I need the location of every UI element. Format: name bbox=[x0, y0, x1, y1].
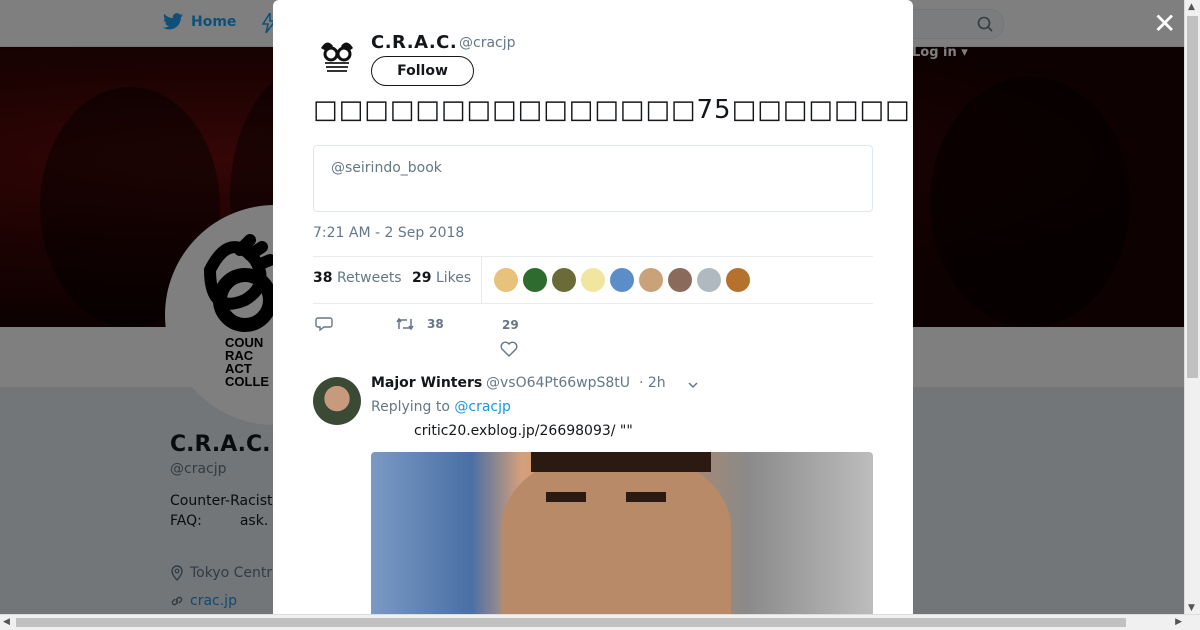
likes-label: Likes bbox=[435, 270, 472, 286]
scroll-left-arrow-icon[interactable]: ◀ bbox=[3, 617, 10, 627]
likes-stat[interactable]: 29 Likes bbox=[412, 270, 471, 286]
retweets-count: 38 bbox=[313, 270, 333, 286]
retweet-icon bbox=[396, 317, 414, 331]
retweet-action[interactable]: 38 bbox=[395, 316, 444, 332]
liker-avatar[interactable] bbox=[523, 268, 547, 292]
tweet-actions: 38 29 bbox=[313, 312, 873, 362]
retweet-action-count: 38 bbox=[427, 317, 444, 331]
tweet-stats: 38 Retweets 29 Likes bbox=[313, 256, 873, 304]
liker-avatar[interactable] bbox=[610, 268, 634, 292]
tweet-permalink-modal: C.R.A.C. @cracjp Follow □□□□□□□□□□□□□□□7… bbox=[273, 0, 913, 615]
reply-author-handle[interactable]: @vsO64Pt66wpS8tU bbox=[486, 375, 630, 391]
replying-to-link[interactable]: @cracjp bbox=[454, 399, 511, 415]
reply-photo[interactable] bbox=[371, 452, 873, 615]
liker-avatar[interactable] bbox=[581, 268, 605, 292]
scroll-down-arrow-icon[interactable]: ▼ bbox=[1188, 603, 1195, 613]
crac-small-logo-icon bbox=[321, 42, 353, 72]
reply-icon bbox=[315, 317, 333, 332]
retweets-stat[interactable]: 38 Retweets bbox=[313, 270, 402, 286]
card-mention[interactable]: @seirindo_book bbox=[331, 160, 442, 176]
quoted-card[interactable]: @seirindo_book bbox=[313, 145, 873, 212]
tweet-text: □□□□□□□□□□□□□□□75□□□□□□□□□□□□□□□□□□□□□□□… bbox=[313, 95, 913, 125]
reply-time[interactable]: · 2h bbox=[639, 375, 666, 391]
tweet-timestamp: 7:21 AM - 2 Sep 2018 bbox=[313, 225, 465, 241]
reply-action[interactable] bbox=[315, 316, 333, 332]
scroll-up-arrow-icon[interactable]: ▲ bbox=[1188, 2, 1195, 12]
scroll-right-arrow-icon[interactable]: ▶ bbox=[1175, 617, 1182, 627]
replying-to: Replying to @cracjp bbox=[371, 399, 511, 415]
liker-avatar[interactable] bbox=[552, 268, 576, 292]
vertical-scrollbar[interactable]: ▲ ▼ bbox=[1184, 0, 1200, 615]
reply-author-name[interactable]: Major Winters bbox=[371, 375, 482, 391]
reply-avatar[interactable] bbox=[313, 377, 361, 425]
reply-text[interactable]: critic20.exblog.jp/26698093/ "" bbox=[414, 423, 633, 439]
horizontal-scrollbar-thumb[interactable] bbox=[16, 618, 1126, 627]
likes-count: 29 bbox=[412, 270, 432, 286]
liker-avatar[interactable] bbox=[668, 268, 692, 292]
horizontal-scrollbar[interactable]: ◀ ▶ bbox=[0, 614, 1200, 630]
liker-avatar[interactable] bbox=[639, 268, 663, 292]
follow-button[interactable]: Follow bbox=[371, 56, 474, 86]
replying-prefix: Replying to bbox=[371, 399, 450, 415]
retweets-label: Retweets bbox=[336, 270, 402, 286]
author-avatar[interactable] bbox=[313, 32, 361, 80]
chevron-down-icon[interactable] bbox=[687, 379, 699, 391]
liker-avatar[interactable] bbox=[494, 268, 518, 292]
author-handle[interactable]: @cracjp bbox=[459, 35, 516, 51]
author-name[interactable]: C.R.A.C. bbox=[371, 32, 457, 53]
liker-avatar[interactable] bbox=[697, 268, 721, 292]
close-icon[interactable]: ✕ bbox=[1153, 10, 1176, 38]
liker-avatar[interactable] bbox=[726, 268, 750, 292]
stats-divider bbox=[481, 257, 482, 303]
heart-icon[interactable] bbox=[500, 341, 518, 357]
like-action-count: 29 bbox=[502, 318, 519, 332]
vertical-scrollbar-thumb[interactable] bbox=[1187, 16, 1198, 378]
